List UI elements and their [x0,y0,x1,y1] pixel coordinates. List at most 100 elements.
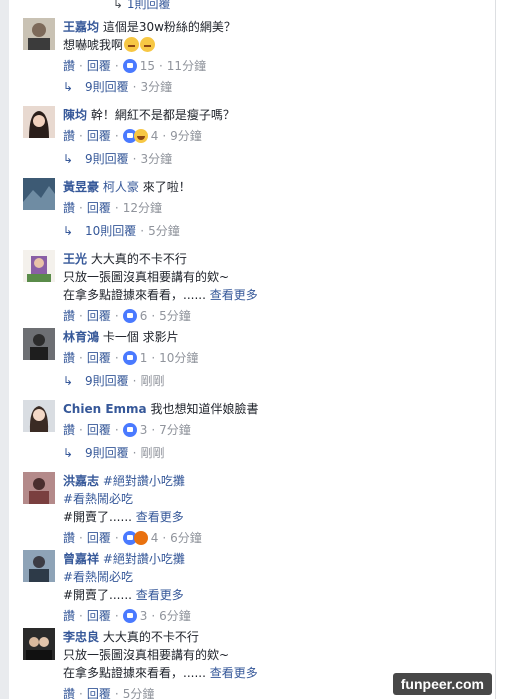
comment-actions: 讚 · 回覆 · 3 · 6分鐘 [63,609,191,623]
see-more-link[interactable]: 查看更多 [210,666,258,680]
hashtag[interactable]: #看熱鬧必吃 [63,492,133,506]
comment-author[interactable]: 曾嘉祥 [63,552,99,566]
like-reaction-icon [122,309,137,323]
comment-author[interactable]: 王嘉均 [63,20,99,34]
like-button[interactable]: 讚 [63,309,75,323]
view-replies[interactable]: ↳ 9則回覆 · 剛剛 [63,371,164,391]
like-reaction-icon [122,609,137,623]
view-replies[interactable]: ↳ 9則回覆 · 3分鐘 [63,149,172,169]
comment-actions: 讚 · 回覆 · 6 · 5分鐘 [63,309,191,323]
reply-arrow-icon: ↳ [63,374,74,388]
timestamp[interactable]: 7分鐘 [159,423,191,437]
view-replies[interactable]: ↳ 9則回覆 · 剛剛 [63,443,164,463]
comment-text: 想嚇唬我啊 [63,38,124,52]
reaction-summary[interactable] [122,531,148,545]
avatar[interactable] [23,550,55,582]
reply-arrow-icon: ↳ [113,0,127,11]
timestamp[interactable]: 11分鐘 [167,59,206,73]
avatar[interactable] [23,328,55,360]
comment-author[interactable]: 王光 [63,252,87,266]
comment-feed: ↳ 1則回覆 王嘉均 這個是30w粉絲的網美？ 想嚇唬我啊 讚 · 回覆 · 15 · 11… [9,0,494,699]
timestamp[interactable]: 5分鐘 [159,309,191,323]
reply-button[interactable]: 回覆 [87,309,111,323]
comment-actions: 讚 · 回覆 · 4 · 6分鐘 [63,531,202,545]
reaction-count[interactable]: 1 [137,351,148,365]
comment-text: 卡一個 求影片 [102,330,179,344]
comment-text: 我也想知道伴娘臉書 [150,402,259,416]
thinking-face-icon [124,37,140,52]
reaction-count[interactable]: 4 [148,531,159,545]
see-more-link[interactable]: 查看更多 [136,510,184,524]
avatar[interactable] [23,106,55,138]
comment-actions: 讚 · 回覆 · 4 · 9分鐘 [63,129,202,143]
reaction-summary[interactable] [122,309,137,323]
angry-reaction-icon [133,531,148,545]
reaction-count[interactable]: 4 [148,129,159,143]
left-rail [0,0,9,699]
reply-arrow-icon: ↳ [63,152,74,166]
view-replies[interactable]: ↳ 9則回覆 · 3分鐘 [63,77,172,97]
comment-author[interactable]: 陳均 [63,108,87,122]
like-button[interactable]: 讚 [63,423,75,437]
comment-text: 大大真的不卡不行 [102,630,199,644]
like-button[interactable]: 讚 [63,531,75,545]
like-button[interactable]: 讚 [63,201,75,215]
like-button[interactable]: 讚 [63,609,75,623]
view-replies[interactable]: ↳ 10則回覆 · 5分鐘 [63,221,180,241]
thinking-face-icon [140,37,156,52]
comment-author[interactable]: Chien Emma [63,402,147,416]
reaction-summary[interactable] [122,129,148,143]
like-button[interactable]: 讚 [63,59,75,73]
comment-author[interactable]: 黃昱豪 [63,180,99,194]
reaction-count[interactable]: 15 [137,59,155,73]
reaction-count[interactable]: 3 [137,609,148,623]
reply-button[interactable]: 回覆 [87,59,111,73]
mention-tag[interactable]: 柯人豪 [103,180,139,194]
timestamp[interactable]: 5分鐘 [123,687,155,699]
reply-button[interactable]: 回覆 [87,351,111,365]
comment-author[interactable]: 林育鴻 [63,330,99,344]
hashtag[interactable]: #絕對讚小吃攤 [103,552,185,566]
avatar[interactable] [23,472,55,504]
timestamp[interactable]: 6分鐘 [170,531,202,545]
avatar[interactable] [23,628,55,660]
timestamp[interactable]: 10分鐘 [159,351,198,365]
reply-button[interactable]: 回覆 [87,129,111,143]
reaction-count[interactable]: 3 [137,423,148,437]
like-button[interactable]: 讚 [63,687,75,699]
comment-actions: 讚 · 回覆 · 15 · 11分鐘 [63,59,207,73]
like-button[interactable]: 讚 [63,129,75,143]
timestamp[interactable]: 12分鐘 [123,201,162,215]
avatar[interactable] [23,250,55,282]
reaction-summary[interactable] [122,59,137,73]
reaction-count[interactable]: 6 [137,309,148,323]
timestamp[interactable]: 6分鐘 [159,609,191,623]
comment-author[interactable]: 洪嘉志 [63,474,99,488]
partial-reply-row[interactable]: ↳ 1則回覆 [113,0,171,11]
reply-button[interactable]: 回覆 [87,423,111,437]
watermark: funpeer.com [392,673,492,695]
see-more-link[interactable]: 查看更多 [136,588,184,602]
like-button[interactable]: 讚 [63,351,75,365]
reply-button[interactable]: 回覆 [87,687,111,699]
reaction-summary[interactable] [122,423,137,437]
comment-author[interactable]: 李忠良 [63,630,99,644]
avatar[interactable] [23,400,55,432]
comment-actions: 讚 · 回覆 · 1 · 10分鐘 [63,351,199,365]
reply-button[interactable]: 回覆 [87,201,111,215]
avatar[interactable] [23,18,55,50]
avatar[interactable] [23,178,55,210]
reply-button[interactable]: 回覆 [87,609,111,623]
timestamp[interactable]: 9分鐘 [170,129,202,143]
hashtag[interactable]: #看熱鬧必吃 [63,570,133,584]
reply-button[interactable]: 回覆 [87,531,111,545]
hashtag[interactable]: #絕對讚小吃攤 [103,474,185,488]
scrollbar[interactable] [495,0,510,699]
reply-arrow-icon: ↳ [63,80,74,94]
reply-arrow-icon: ↳ [63,224,74,238]
comment-text: 在拿多點證據來看看，...... [63,288,206,302]
see-more-link[interactable]: 查看更多 [210,288,258,302]
reaction-summary[interactable] [122,351,137,365]
comment-text: 在拿多點證據來看看，...... [63,666,206,680]
reaction-summary[interactable] [122,609,137,623]
